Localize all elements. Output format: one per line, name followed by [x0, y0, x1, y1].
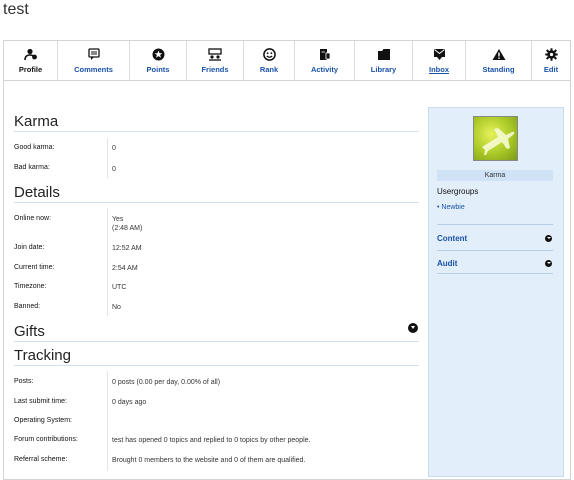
forum-contributions-label: Forum contributions: — [14, 436, 78, 443]
bad-karma-value: 0 — [112, 166, 116, 173]
karma-heading: Karma — [14, 112, 419, 132]
sidebar-divider — [437, 273, 553, 274]
details-divider — [107, 208, 108, 316]
usergroups-title: Usergroups — [437, 187, 479, 196]
tab-inbox[interactable]: Inbox — [413, 41, 466, 81]
tab-points-label: Points — [146, 65, 170, 74]
online-now-value: Yes — [112, 216, 124, 223]
users-icon — [4, 48, 57, 61]
rank-icon — [244, 48, 294, 61]
good-karma-label: Good karma: — [14, 144, 55, 151]
comment-icon — [58, 48, 129, 61]
timezone-value: UTC — [112, 284, 127, 291]
tab-edit[interactable]: Edit — [532, 41, 570, 81]
tab-library-label: Library — [370, 65, 397, 74]
tab-friends-label: Friends — [201, 65, 229, 74]
sidebar-divider — [437, 224, 553, 225]
tab-edit-label: Edit — [543, 65, 559, 74]
last-submit-label: Last submit time: — [14, 398, 67, 405]
audit-expand-icon[interactable] — [545, 260, 552, 267]
join-date-value: 12:52 AM — [112, 245, 142, 252]
avatar-karma-label: Karma — [437, 170, 553, 181]
avatar[interactable] — [473, 116, 518, 161]
tab-profile[interactable]: Profile — [4, 41, 58, 81]
tab-activity[interactable]: Activity — [295, 41, 355, 81]
good-karma-value: 0 — [112, 145, 116, 152]
usergroup-item[interactable]: • Newbie — [437, 204, 465, 211]
online-now-label: Online now: — [14, 215, 51, 222]
sidebar-divider — [437, 250, 553, 251]
tab-rank[interactable]: Rank — [244, 41, 295, 81]
bad-karma-label: Bad karma: — [14, 164, 50, 171]
tab-standing[interactable]: Standing — [466, 41, 532, 81]
gifts-heading[interactable]: Gifts — [14, 322, 419, 342]
posts-value: 0 posts (0.00 per day, 0.00% of all) — [112, 379, 221, 386]
tab-rank-label: Rank — [259, 65, 279, 74]
airplane-icon — [482, 128, 515, 155]
join-date-label: Join date: — [14, 244, 45, 251]
sidebar-item-audit[interactable]: Audit — [437, 259, 457, 268]
posts-label: Posts: — [14, 378, 34, 385]
profile-tabs: Profile Comments Points Friends Rank Act… — [3, 40, 571, 81]
current-time-label: Current time: — [14, 264, 55, 271]
friends-icon — [187, 48, 243, 61]
tab-comments[interactable]: Comments — [58, 41, 130, 81]
current-time-value: 2:54 AM — [112, 265, 138, 272]
tab-friends[interactable]: Friends — [187, 41, 244, 81]
timezone-label: Timezone: — [14, 283, 47, 290]
star-badge-icon — [130, 48, 186, 61]
profile-sidebar: Karma Usergroups • Newbie Content Audit — [428, 107, 564, 477]
tracking-heading: Tracking — [14, 346, 419, 366]
sidebar-item-content[interactable]: Content — [437, 234, 467, 243]
gear-icon — [532, 48, 570, 61]
tracking-divider — [107, 371, 108, 471]
forum-contributions-value: test has opened 0 topics and replied to … — [112, 437, 311, 444]
tab-activity-label: Activity — [310, 65, 339, 74]
tab-standing-label: Standing — [482, 65, 515, 74]
tab-profile-label: Profile — [18, 65, 43, 74]
library-icon — [355, 48, 412, 61]
profile-content: Karma Good karma: 0 Bad karma: 0 Details… — [3, 80, 571, 480]
page-title: test — [3, 1, 29, 18]
gifts-expand-icon[interactable] — [408, 323, 418, 333]
details-heading: Details — [14, 183, 419, 203]
tab-comments-label: Comments — [74, 65, 113, 74]
tab-inbox-label: Inbox — [429, 65, 449, 74]
tab-points[interactable]: Points — [130, 41, 187, 81]
warning-icon — [466, 48, 531, 61]
last-submit-value: 0 days ago — [112, 399, 147, 406]
referral-scheme-label: Referral scheme: — [14, 456, 68, 463]
banned-value: No — [112, 304, 121, 311]
karma-divider — [107, 138, 108, 178]
banned-label: Banned: — [14, 303, 41, 310]
tab-library[interactable]: Library — [355, 41, 413, 81]
activity-icon — [295, 48, 354, 61]
referral-scheme-value: Brought 0 members to the website and 0 o… — [112, 457, 306, 464]
content-expand-icon[interactable] — [545, 235, 552, 242]
inbox-icon — [413, 48, 465, 61]
online-now-time: (2:48 AM) — [112, 225, 143, 232]
operating-system-label: Operating System: — [14, 417, 72, 424]
